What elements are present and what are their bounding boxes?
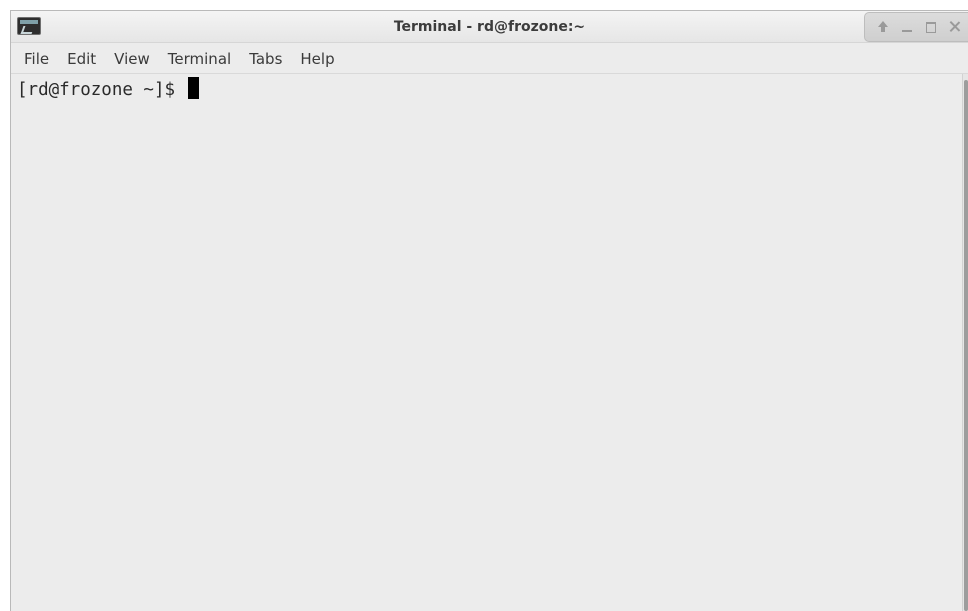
menu-edit[interactable]: Edit: [57, 47, 104, 71]
arrow-up-icon[interactable]: [875, 19, 891, 35]
shell-prompt: [rd@frozone ~]$: [17, 80, 186, 100]
menu-bar: File Edit View Terminal Tabs Help: [11, 47, 343, 71]
vertical-scrollbar[interactable]: [962, 74, 968, 611]
close-icon[interactable]: [947, 19, 963, 35]
scrollbar-thumb[interactable]: [964, 80, 968, 611]
menu-view[interactable]: View: [104, 47, 158, 71]
text-cursor: [187, 77, 199, 99]
maximize-icon[interactable]: [923, 19, 939, 35]
menu-tabs[interactable]: Tabs: [239, 47, 290, 71]
menu-help[interactable]: Help: [290, 47, 342, 71]
menu-file[interactable]: File: [14, 47, 57, 71]
prompt-line: [rd@frozone ~]$: [17, 77, 963, 102]
minimize-icon[interactable]: [899, 19, 915, 35]
title-bar[interactable]: Terminal - rd@frozone:~: [11, 11, 968, 43]
window-controls: [864, 12, 968, 42]
terminal-area[interactable]: [rd@frozone ~]$: [11, 74, 963, 611]
menu-terminal[interactable]: Terminal: [158, 47, 239, 71]
terminal-window: Terminal - rd@frozone:~ File Edit View T…: [10, 10, 968, 611]
window-title: Terminal - rd@frozone:~: [393, 19, 586, 35]
